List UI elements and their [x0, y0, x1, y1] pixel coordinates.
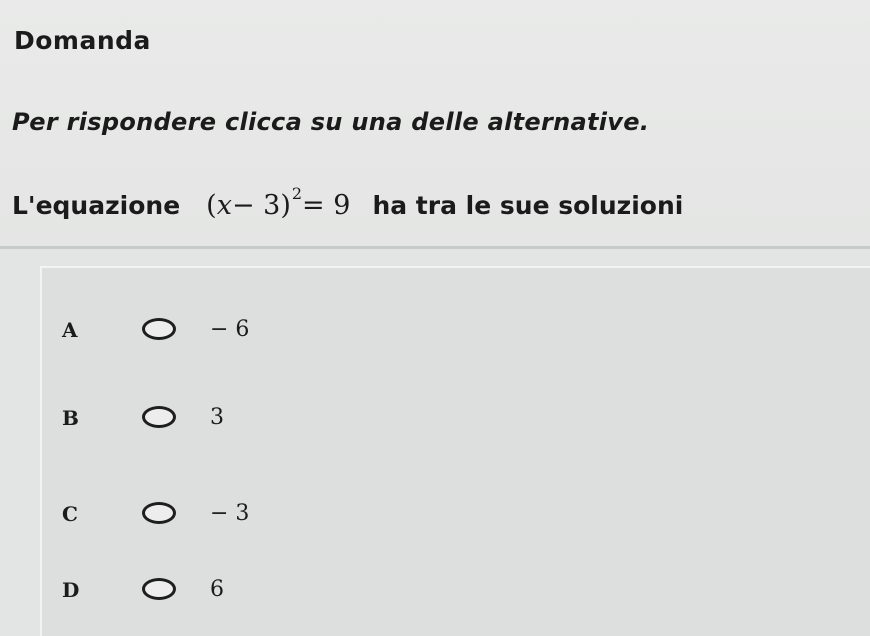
question-heading: Domanda — [14, 26, 151, 55]
radio-button-c[interactable] — [142, 502, 176, 524]
question-prefix: L'equazione — [12, 191, 181, 220]
option-d[interactable]: D 6 — [42, 570, 462, 614]
radio-button-d[interactable] — [142, 578, 176, 600]
option-b[interactable]: B 3 — [42, 398, 462, 442]
equation-exponent: 2 — [291, 184, 303, 203]
equation-variable: x — [216, 190, 232, 221]
equation: ( x − 3) 2 = 9 — [206, 184, 351, 221]
option-c[interactable]: C − 3 — [42, 494, 462, 538]
option-value: − 6 — [210, 317, 250, 342]
question-suffix: ha tra le sue soluzioni — [372, 191, 684, 220]
equation-operator: − 3) — [231, 190, 291, 221]
equation-rhs: = 9 — [302, 190, 351, 221]
option-letter: C — [62, 502, 78, 526]
option-letter: B — [62, 406, 79, 430]
option-value: 3 — [210, 405, 224, 430]
divider — [0, 246, 870, 249]
option-value: − 3 — [210, 501, 250, 526]
radio-button-a[interactable] — [142, 318, 176, 340]
option-letter: D — [62, 578, 80, 602]
option-a[interactable]: A − 6 — [42, 310, 462, 354]
question-text: L'equazione ( x − 3) 2 = 9 ha tra le sue… — [12, 184, 684, 221]
answers-panel: A − 6 B 3 C − 3 D 6 — [40, 266, 870, 636]
instruction-text: Per rispondere clicca su una delle alter… — [12, 108, 650, 136]
option-letter: A — [62, 318, 78, 342]
option-value: 6 — [210, 577, 224, 602]
equation-open-paren: ( — [206, 190, 217, 221]
radio-button-b[interactable] — [142, 406, 176, 428]
